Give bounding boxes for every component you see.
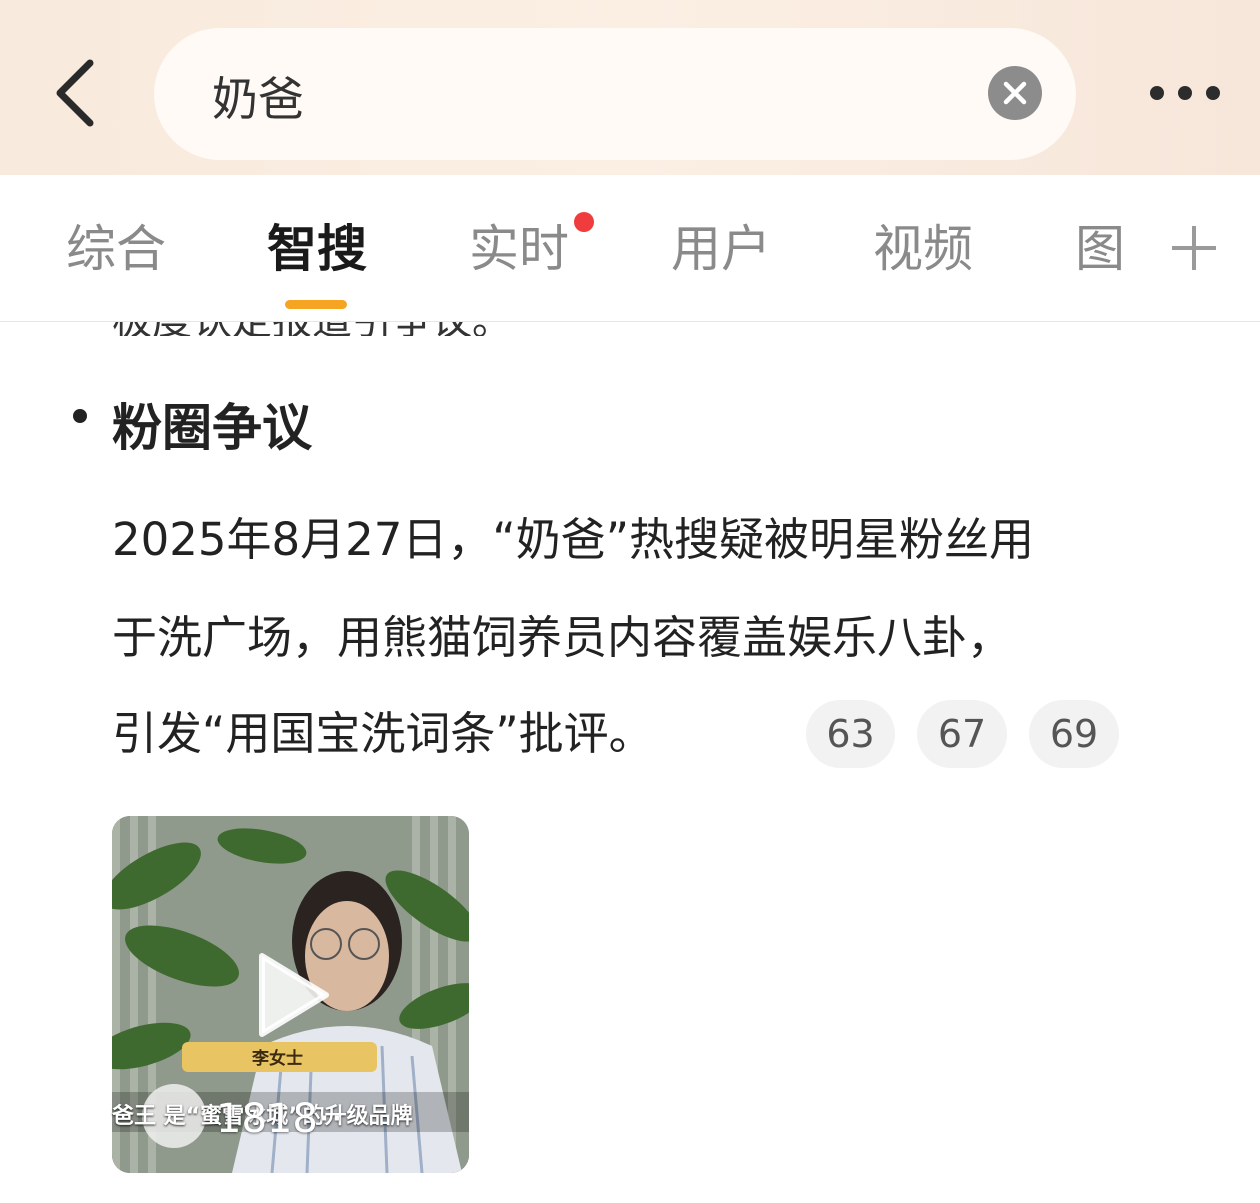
paragraph-line-1: 2025年8月27日，“奶爸”热搜疑被明星粉丝用	[112, 513, 1035, 566]
back-button[interactable]	[48, 58, 108, 128]
active-tab-indicator	[285, 300, 347, 309]
search-box[interactable]	[154, 28, 1076, 160]
tab-images[interactable]: 图	[1075, 219, 1125, 279]
tab-bar: 综合 智搜 实时 用户 视频 图	[0, 175, 1260, 322]
citation-badge[interactable]: 63	[806, 700, 895, 768]
play-button[interactable]	[252, 950, 332, 1040]
citation-badge[interactable]: 67	[917, 700, 1007, 768]
chevron-left-icon	[56, 59, 94, 127]
tab-smart-search[interactable]: 智搜	[267, 219, 367, 279]
search-header	[0, 0, 1260, 175]
paragraph-line-2: 于洗广场，用熊猫饲养员内容覆盖娱乐八卦，	[112, 611, 1013, 664]
partial-text-line: 极度认定报道引争议。	[112, 322, 512, 336]
close-icon	[1003, 81, 1027, 105]
add-tab-button[interactable]	[1168, 222, 1220, 274]
video-caption-name: 李女士	[252, 1049, 303, 1069]
play-count: 1818··	[216, 1096, 344, 1142]
more-options-button[interactable]	[1140, 72, 1230, 112]
citation-badge[interactable]: 69	[1029, 700, 1119, 768]
partial-text: 极度认定报道引争议。	[112, 322, 512, 336]
tab-realtime[interactable]: 实时	[469, 219, 569, 279]
tab-comprehensive[interactable]: 综合	[66, 219, 166, 279]
tab-users[interactable]: 用户	[671, 219, 771, 279]
play-icon	[259, 953, 329, 1037]
tab-videos[interactable]: 视频	[873, 219, 973, 279]
plus-icon	[1172, 226, 1216, 270]
notification-dot	[574, 212, 594, 232]
clear-search-button[interactable]	[988, 66, 1042, 120]
search-input[interactable]	[210, 66, 974, 126]
paragraph-line-3: 引发“用国宝洗词条”批评。	[112, 707, 654, 760]
section-title: 粉圈争议	[112, 399, 312, 457]
bullet-icon	[73, 409, 87, 423]
